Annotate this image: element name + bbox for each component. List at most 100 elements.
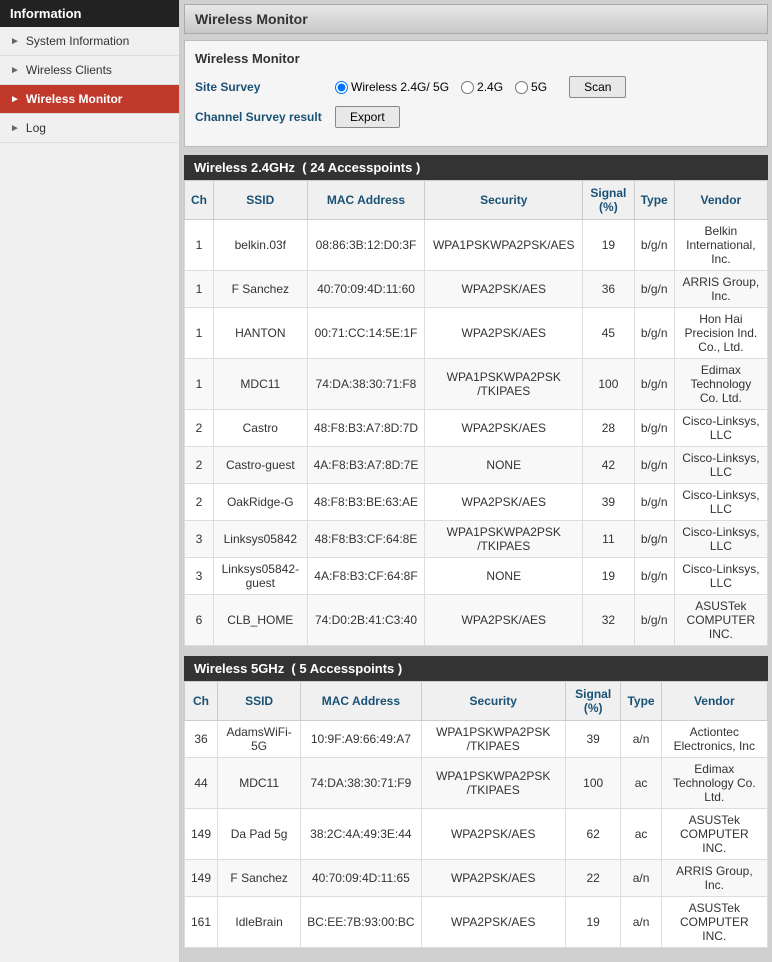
cell-ch: 1 bbox=[185, 308, 214, 359]
cell-vendor: Edimax Technology Co. Ltd. bbox=[674, 359, 767, 410]
cell-vendor: ARRIS Group, Inc. bbox=[674, 271, 767, 308]
arrow-icon: ► bbox=[10, 65, 20, 76]
cell-vendor: Cisco-Linksys, LLC bbox=[674, 521, 767, 558]
cell-signal: 28 bbox=[583, 410, 634, 447]
col-ch: Ch bbox=[185, 682, 218, 721]
table-row: 1F Sanchez40:70:09:4D:11:60WPA2PSK/AES36… bbox=[185, 271, 768, 308]
cell-ssid: MDC11 bbox=[218, 758, 301, 809]
cell-type: ac bbox=[621, 758, 661, 809]
col-signal: Signal (%) bbox=[565, 682, 621, 721]
cell-ch: 3 bbox=[185, 558, 214, 595]
sidebar-item-log[interactable]: ► Log bbox=[0, 114, 179, 143]
sidebar-header: Information bbox=[0, 0, 179, 27]
wireless-24ghz-table: Ch SSID MAC Address Security Signal (%) … bbox=[184, 180, 768, 646]
radio-5g-text: 5G bbox=[531, 80, 547, 94]
cell-type: b/g/n bbox=[634, 220, 674, 271]
wireless-monitor-card: Wireless Monitor Site Survey Wireless 2.… bbox=[184, 40, 768, 147]
cell-ch: 36 bbox=[185, 721, 218, 758]
table-row: 1HANTON00:71:CC:14:5E:1FWPA2PSK/AES45b/g… bbox=[185, 308, 768, 359]
cell-security: WPA1PSKWPA2PSK /TKIPAES bbox=[425, 359, 583, 410]
cell-ch: 2 bbox=[185, 447, 214, 484]
cell-ch: 44 bbox=[185, 758, 218, 809]
cell-ssid: F Sanchez bbox=[214, 271, 308, 308]
cell-signal: 11 bbox=[583, 521, 634, 558]
sidebar-item-wireless-monitor[interactable]: ► Wireless Monitor bbox=[0, 85, 179, 114]
cell-security: WPA1PSKWPA2PSK /TKIPAES bbox=[421, 721, 565, 758]
cell-vendor: Belkin International, Inc. bbox=[674, 220, 767, 271]
cell-security: WPA2PSK/AES bbox=[421, 809, 565, 860]
cell-signal: 36 bbox=[583, 271, 634, 308]
cell-type: b/g/n bbox=[634, 359, 674, 410]
table-row: 3Linksys05842-guest4A:F8:B3:CF:64:8FNONE… bbox=[185, 558, 768, 595]
cell-signal: 42 bbox=[583, 447, 634, 484]
cell-ssid: IdleBrain bbox=[218, 897, 301, 948]
cell-mac: 74:DA:38:30:71:F9 bbox=[301, 758, 421, 809]
col-signal: Signal (%) bbox=[583, 181, 634, 220]
col-vendor: Vendor bbox=[661, 682, 767, 721]
export-button[interactable]: Export bbox=[335, 106, 400, 128]
wireless-5ghz-header-row: Ch SSID MAC Address Security Signal (%) … bbox=[185, 682, 768, 721]
cell-ch: 1 bbox=[185, 220, 214, 271]
cell-ch: 1 bbox=[185, 359, 214, 410]
radio-5g[interactable] bbox=[515, 81, 528, 94]
radio-both-label[interactable]: Wireless 2.4G/ 5G bbox=[335, 80, 449, 94]
cell-signal: 62 bbox=[565, 809, 621, 860]
cell-signal: 39 bbox=[583, 484, 634, 521]
wireless-24ghz-tbody: 1belkin.03f08:86:3B:12:D0:3FWPA1PSKWPA2P… bbox=[185, 220, 768, 646]
cell-mac: BC:EE:7B:93:00:BC bbox=[301, 897, 421, 948]
cell-signal: 19 bbox=[583, 558, 634, 595]
col-type: Type bbox=[621, 682, 661, 721]
cell-vendor: Edimax Technology Co. Ltd. bbox=[661, 758, 767, 809]
cell-ssid: HANTON bbox=[214, 308, 308, 359]
wireless-5ghz-header: Wireless 5GHz ( 5 Accesspoints ) bbox=[184, 656, 768, 681]
cell-signal: 39 bbox=[565, 721, 621, 758]
cell-ssid: Linksys05842 bbox=[214, 521, 308, 558]
radio-both[interactable] bbox=[335, 81, 348, 94]
cell-vendor: Hon Hai Precision Ind. Co., Ltd. bbox=[674, 308, 767, 359]
channel-survey-row: Channel Survey result Export bbox=[195, 106, 757, 128]
radio-both-text: Wireless 2.4G/ 5G bbox=[351, 80, 449, 94]
sidebar-item-wireless-clients[interactable]: ► Wireless Clients bbox=[0, 56, 179, 85]
radio-5g-label[interactable]: 5G bbox=[515, 80, 547, 94]
cell-ssid: Da Pad 5g bbox=[218, 809, 301, 860]
col-mac: MAC Address bbox=[301, 682, 421, 721]
cell-ch: 161 bbox=[185, 897, 218, 948]
cell-mac: 48:F8:B3:BE:63:AE bbox=[307, 484, 425, 521]
table-row: 2Castro48:F8:B3:A7:8D:7DWPA2PSK/AES28b/g… bbox=[185, 410, 768, 447]
wireless-24ghz-thead: Ch SSID MAC Address Security Signal (%) … bbox=[185, 181, 768, 220]
cell-mac: 38:2C:4A:49:3E:44 bbox=[301, 809, 421, 860]
cell-type: b/g/n bbox=[634, 558, 674, 595]
cell-mac: 4A:F8:B3:CF:64:8F bbox=[307, 558, 425, 595]
cell-vendor: ASUSTek COMPUTER INC. bbox=[674, 595, 767, 646]
radio-2g[interactable] bbox=[461, 81, 474, 94]
sidebar-item-label: System Information bbox=[26, 34, 129, 48]
cell-mac: 08:86:3B:12:D0:3F bbox=[307, 220, 425, 271]
sidebar-item-system-information[interactable]: ► System Information bbox=[0, 27, 179, 56]
cell-mac: 4A:F8:B3:A7:8D:7E bbox=[307, 447, 425, 484]
wireless-5ghz-tbody: 36AdamsWiFi-5G10:9F:A9:66:49:A7WPA1PSKWP… bbox=[185, 721, 768, 948]
cell-vendor: Cisco-Linksys, LLC bbox=[674, 447, 767, 484]
sidebar-item-label: Wireless Monitor bbox=[26, 92, 123, 106]
scan-button[interactable]: Scan bbox=[569, 76, 626, 98]
radio-2g-label[interactable]: 2.4G bbox=[461, 80, 503, 94]
sidebar: Information ► System Information ► Wirel… bbox=[0, 0, 180, 962]
table-row: 44MDC1174:DA:38:30:71:F9WPA1PSKWPA2PSK /… bbox=[185, 758, 768, 809]
table-row: 161IdleBrainBC:EE:7B:93:00:BCWPA2PSK/AES… bbox=[185, 897, 768, 948]
cell-ch: 149 bbox=[185, 860, 218, 897]
wireless-24ghz-title: Wireless 2.4GHz bbox=[194, 160, 295, 175]
main-content: Wireless Monitor Wireless Monitor Site S… bbox=[180, 0, 772, 962]
cell-ch: 2 bbox=[185, 484, 214, 521]
cell-security: WPA1PSKWPA2PSK/AES bbox=[425, 220, 583, 271]
channel-survey-label: Channel Survey result bbox=[195, 110, 335, 124]
cell-vendor: Actiontec Electronics, Inc bbox=[661, 721, 767, 758]
cell-signal: 100 bbox=[583, 359, 634, 410]
cell-security: WPA1PSKWPA2PSK /TKIPAES bbox=[425, 521, 583, 558]
cell-type: a/n bbox=[621, 860, 661, 897]
cell-ch: 149 bbox=[185, 809, 218, 860]
col-ssid: SSID bbox=[214, 181, 308, 220]
cell-security: WPA2PSK/AES bbox=[425, 308, 583, 359]
cell-ssid: Linksys05842-guest bbox=[214, 558, 308, 595]
table-row: 149Da Pad 5g38:2C:4A:49:3E:44WPA2PSK/AES… bbox=[185, 809, 768, 860]
arrow-icon: ► bbox=[10, 123, 20, 134]
table-row: 2Castro-guest4A:F8:B3:A7:8D:7ENONE42b/g/… bbox=[185, 447, 768, 484]
